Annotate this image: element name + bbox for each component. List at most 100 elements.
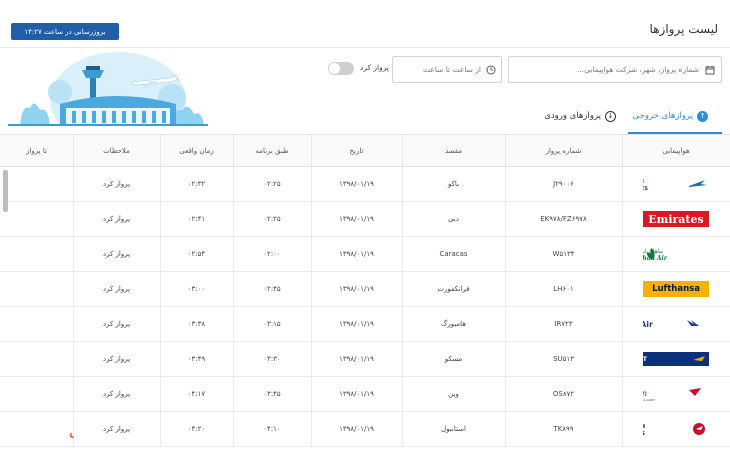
- table-scrollbar[interactable]: [3, 170, 8, 212]
- svg-text:AZERBAIJAN: AZERBAIJAN: [643, 179, 644, 185]
- table-row[interactable]: IranAir IR۷۲۳ هامبورگ ۱۳۹۸/۰۱/۱۹ ۰۳:۱۵ ۰۳:۳۸ پ…: [0, 307, 730, 342]
- cell-flight-no: J۲۹۰۰۶: [553, 180, 574, 188]
- svg-text:TURKISH: TURKISH: [643, 424, 645, 430]
- cell-scheduled: ۰۲:۴۵: [263, 285, 281, 293]
- cell-scheduled: ۰۲:۲۵: [263, 180, 281, 188]
- azerbaijan-airlines-logo: AZERBAIJANAIRLINES: [622, 167, 730, 201]
- cell-actual: ۰۲:۴۱: [187, 215, 206, 223]
- cell-scheduled: ۰۲:۰۰: [263, 250, 281, 258]
- cell-until: [0, 237, 73, 271]
- table-row[interactable]: AEROFLOT SU۵۱۳ مسکو ۱۳۹۸/۰۱/۱۹ ۰۳:۳۰ ۰۳:۴۹ پرو…: [0, 342, 730, 377]
- header-flight-no: شماره پرواز: [545, 146, 582, 155]
- cell-destination: استانبول: [441, 425, 466, 433]
- table-row[interactable]: Emirates EK۹۷۸/FZ۶۹۷۸ دبی ۱۳۹۸/۰۱/۱۹ ۰۲:۲۵ ۰۲…: [0, 202, 730, 237]
- header-airline: هواپیمایی: [662, 146, 690, 155]
- cell-date: ۱۳۹۸/۰۱/۱۹: [339, 180, 374, 188]
- table-header: هواپیمایی شماره پرواز مقصد تاریخ طبق برن…: [0, 135, 730, 167]
- cell-actual: ۰۴:۲۰: [187, 425, 206, 433]
- time-range-box[interactable]: از ساعت تا ساعت: [392, 56, 502, 83]
- cell-scheduled: ۰۲:۲۵: [263, 215, 281, 223]
- table-row[interactable]: TURKISHAIRLINES TK۸۹۹ استانبول ۱۳۹۸/۰۱/۱۹ ۰۴…: [0, 412, 730, 447]
- cell-remarks: پرواز کرد: [102, 180, 131, 188]
- cell-flight-no: OS۸۷۲: [552, 390, 575, 398]
- svg-text:IranAir: IranAir: [643, 320, 653, 329]
- cell-destination: وین: [448, 390, 459, 398]
- arrow-up-icon: ↑: [697, 110, 708, 122]
- cell-flight-no: TK۸۹۹: [553, 425, 574, 433]
- svg-text:STAR ALLIANCE: STAR ALLIANCE: [643, 398, 655, 402]
- cell-until: [0, 307, 73, 341]
- tab-incoming-flights[interactable]: ↓ پروازهای ورودی: [544, 108, 616, 124]
- cell-scheduled: ۰۳:۴۵: [263, 390, 281, 398]
- search-input[interactable]: شماره پرواز، شهر، شرکت هواپیمایی...: [515, 57, 699, 82]
- cell-remarks: پرواز کرد: [102, 215, 131, 223]
- cell-flight-no: SU۵۱۳: [553, 355, 574, 363]
- cell-actual: ۰۳:۴۹: [187, 355, 206, 363]
- cell-destination: Caracas: [439, 250, 468, 258]
- svg-text:Mahan Air: Mahan Air: [643, 255, 668, 262]
- header-scheduled: طبق برنامه: [255, 146, 289, 155]
- cell-scheduled: ۰۳:۳۰: [263, 355, 281, 363]
- cell-remarks: پرواز کرد: [102, 250, 131, 258]
- table-row[interactable]: Lufthansa LH۶۰۱ فرانکفورت ۱۳۹۸/۰۱/۱۹ ۰۲:۴۵ ۰۳…: [0, 272, 730, 307]
- cell-until: [0, 342, 73, 376]
- cell-destination: باکو: [447, 180, 460, 188]
- turkish-airlines-logo: TURKISHAIRLINES: [622, 412, 730, 446]
- cell-flight-no: LH۶۰۱: [553, 285, 574, 293]
- cell-remarks: پرواز کرد: [102, 425, 131, 433]
- aeroflot-logo: AEROFLOT: [622, 342, 730, 376]
- cell-destination: دبی: [448, 215, 459, 223]
- departed-toggle[interactable]: [328, 62, 354, 75]
- cell-scheduled: ۰۴:۱۰: [263, 425, 281, 433]
- svg-text:AIRLINES: AIRLINES: [643, 186, 648, 192]
- cell-flight-no: IR۷۲۳: [554, 320, 573, 328]
- cell-until: [0, 167, 73, 201]
- departed-toggle-label: پرواز کرد: [360, 63, 389, 72]
- toggle-knob: [329, 63, 340, 74]
- table-row[interactable]: ماهان ایرMahan Air W۵۱۳۴ Caracas ۱۳۹۸/۰۱/۱۹…: [0, 237, 730, 272]
- cell-remarks: پرواز کرد: [102, 285, 131, 293]
- header-destination: مقصد: [444, 146, 463, 155]
- clock-icon[interactable]: [486, 65, 496, 75]
- cell-until: [0, 202, 73, 236]
- cell-remarks: پرواز کرد: [102, 355, 131, 363]
- page-title: لیست پروازها: [649, 22, 718, 36]
- table-row[interactable]: AustrianSTAR ALLIANCE OS۸۷۲ وین ۱۳۹۸/۰۱/۱۹ ۰…: [0, 377, 730, 412]
- header-remarks: ملاحظات: [103, 146, 130, 155]
- cell-actual: ۰۴:۱۷: [187, 390, 206, 398]
- svg-text:الی گشت: الی گشت: [68, 422, 74, 443]
- mahan-air-logo: ماهان ایرMahan Air: [622, 237, 730, 271]
- austrian-logo: AustrianSTAR ALLIANCE: [622, 377, 730, 411]
- cell-flight-no: W۵۱۳۴: [552, 250, 575, 258]
- airport-illustration: [8, 52, 208, 126]
- cell-destination: هامبورگ: [441, 320, 466, 328]
- header-actual: زمان واقعی: [179, 146, 214, 155]
- arrow-down-icon: ↓: [605, 110, 616, 122]
- update-button[interactable]: بروزرسانی در ساعت ۱۴:۲۷: [11, 23, 119, 40]
- table-row[interactable]: AZERBAIJANAIRLINES J۲۹۰۰۶ باکو ۱۳۹۸/۰۱/۱۹ ۰۲…: [0, 167, 730, 202]
- header-date: تاریخ: [349, 146, 364, 155]
- lufthansa-wordmark: Lufthansa: [643, 281, 709, 297]
- cell-date: ۱۳۹۸/۰۱/۱۹: [339, 320, 374, 328]
- cell-until: [0, 377, 73, 411]
- svg-text:ماهان ایر: ماهان ایر: [643, 248, 663, 255]
- time-range-input[interactable]: از ساعت تا ساعت: [399, 57, 481, 82]
- cell-actual: ۰۲:۵۴: [187, 250, 206, 258]
- tab-incoming-label: پروازهای ورودی: [544, 111, 601, 121]
- svg-text:Austrian: Austrian: [643, 389, 647, 398]
- calendar-icon[interactable]: [705, 65, 715, 75]
- svg-text:AEROFLOT: AEROFLOT: [643, 355, 648, 363]
- cell-remarks: پرواز کرد: [102, 320, 131, 328]
- lufthansa-logo: Lufthansa: [622, 272, 730, 306]
- cell-scheduled: ۰۳:۱۵: [263, 320, 281, 328]
- tab-outgoing-flights[interactable]: ↑ پروازهای خروجی: [633, 108, 708, 124]
- cell-actual: ۰۳:۳۸: [187, 320, 206, 328]
- cell-date: ۱۳۹۸/۰۱/۱۹: [339, 390, 374, 398]
- cell-flight-no: EK۹۷۸/FZ۶۹۷۸: [540, 215, 587, 223]
- cell-destination: فرانکفورت: [437, 285, 470, 293]
- cell-date: ۱۳۹۸/۰۱/۱۹: [339, 250, 374, 258]
- cell-date: ۱۳۹۸/۰۱/۱۹: [339, 215, 374, 223]
- search-box[interactable]: شماره پرواز، شهر، شرکت هواپیمایی...: [508, 56, 722, 83]
- cell-remarks: پرواز کرد: [102, 390, 131, 398]
- emirates-logo: Emirates: [622, 202, 730, 236]
